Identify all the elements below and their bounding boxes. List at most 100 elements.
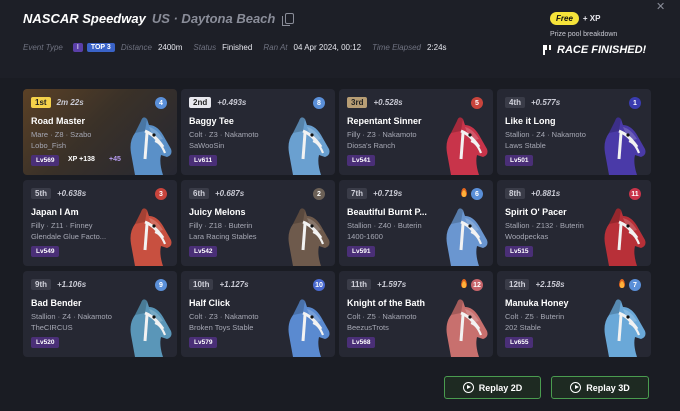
position-badge: 12th — [505, 279, 530, 290]
free-badge: Free — [550, 12, 579, 25]
position-badge: 4th — [505, 97, 525, 108]
gate-number-badge: 10 — [313, 279, 325, 291]
distance-value: 2400m — [157, 43, 183, 52]
race-location: US · Daytona Beach — [151, 11, 276, 26]
horse-info: Filly · Z3 · Nakamoto — [347, 130, 417, 139]
position-line: 6th +0.687s — [189, 188, 244, 199]
result-card[interactable]: 11th +1.597s 12 Knight of the Bath Colt … — [339, 271, 493, 357]
horse-owner[interactable]: 202 Stable — [505, 323, 541, 332]
horse-portrait — [595, 113, 647, 175]
horse-info: Stallion · Z4 · Nakamoto — [31, 312, 112, 321]
horse-owner[interactable]: TheCIRCUS — [31, 323, 73, 332]
position-badge: 2nd — [189, 97, 212, 108]
event-type-tag: I — [72, 43, 83, 52]
position-badge: 10th — [189, 279, 214, 290]
result-card[interactable]: 12th +2.158s 7 Manuka Honey Colt · Z5 · … — [497, 271, 651, 357]
horse-info: Colt · Z5 · Nakamoto — [347, 312, 417, 321]
position-badge: 1st — [31, 97, 51, 108]
result-card[interactable]: 8th +0.881s 11 Spirit O' Pacer Stallion … — [497, 180, 651, 266]
horse-portrait — [121, 113, 173, 175]
result-card[interactable]: 1st 2m 22s 4 Road Master Mare · Z8 · Sza… — [23, 89, 177, 175]
gate-number-badge: 6 — [471, 188, 483, 200]
finish-gap: +2.158s — [535, 280, 565, 289]
horse-name[interactable]: Japan I Am — [31, 207, 79, 217]
position-badge: 11th — [347, 279, 372, 290]
horse-owner[interactable]: 1400-1600 — [347, 232, 383, 241]
level-badge: Lv591 — [347, 246, 376, 257]
position-line: 7th +0.719s — [347, 188, 402, 199]
play-icon — [570, 382, 582, 393]
horse-owner[interactable]: SaWooSin — [189, 141, 224, 150]
horse-info: Filly · Z11 · Finney — [31, 221, 93, 230]
result-card[interactable]: 9th +1.106s 9 Bad Bender Stallion · Z4 ·… — [23, 271, 177, 357]
level-badge: Lv549 — [31, 246, 60, 257]
horse-owner[interactable]: Lobo_Fish — [31, 141, 66, 150]
xp-label: + XP — [582, 14, 601, 23]
result-card[interactable]: 3rd +0.528s 5 Repentant Sinner Filly · Z… — [339, 89, 493, 175]
result-card[interactable]: 4th +0.577s 1 Like it Long Stallion · Z4… — [497, 89, 651, 175]
horse-owner[interactable]: Glendale Glue Facto... — [31, 232, 106, 241]
gate-number-badge: 12 — [471, 279, 483, 291]
checkered-flag-icon — [543, 45, 552, 55]
horse-name[interactable]: Manuka Honey — [505, 298, 569, 308]
position-line: 11th +1.597s — [347, 279, 406, 290]
horse-head-icon — [604, 117, 646, 175]
horse-head-icon — [446, 117, 488, 175]
gate-number-badge: 4 — [155, 97, 167, 109]
prize-badge: Free + XP — [550, 12, 600, 25]
horse-info: Filly · Z18 · Buterin — [189, 221, 253, 230]
horse-name[interactable]: Like it Long — [505, 116, 556, 126]
race-title-row: NASCAR Speedway US · Daytona Beach — [23, 11, 295, 26]
result-card[interactable]: 10th +1.127s 10 Half Click Colt · Z3 · N… — [181, 271, 335, 357]
result-card[interactable]: 2nd +0.493s 8 Baggy Tee Colt · Z3 · Naka… — [181, 89, 335, 175]
copy-icon[interactable] — [282, 13, 295, 26]
horse-info: Stallion · Z4 · Nakamoto — [505, 130, 586, 139]
horse-portrait — [437, 204, 489, 266]
result-card[interactable]: 7th +0.719s 6 Beautiful Burnt P... Stall… — [339, 180, 493, 266]
horse-name[interactable]: Baggy Tee — [189, 116, 234, 126]
status-value: Finished — [222, 43, 253, 52]
horse-portrait — [279, 295, 331, 357]
result-card[interactable]: 5th +0.638s 3 Japan I Am Filly · Z11 · F… — [23, 180, 177, 266]
level-badge: Lv611 — [189, 155, 218, 166]
ran-at-label: Ran At — [263, 43, 288, 52]
gate-number-badge: 9 — [155, 279, 167, 291]
horse-name[interactable]: Knight of the Bath — [347, 298, 425, 308]
horse-portrait — [121, 295, 173, 357]
level-badge: Lv655 — [505, 337, 534, 348]
horse-portrait — [279, 204, 331, 266]
gate-number-badge: 2 — [313, 188, 325, 200]
horse-owner[interactable]: Woodpeckas — [505, 232, 548, 241]
horse-head-icon — [130, 299, 172, 357]
horse-name[interactable]: Juicy Melons — [189, 207, 246, 217]
close-icon[interactable]: ✕ — [656, 0, 665, 13]
horse-name[interactable]: Road Master — [31, 116, 85, 126]
horse-owner[interactable]: Lara Racing Stables — [189, 232, 257, 241]
finish-gap: +0.881s — [531, 189, 561, 198]
horse-owner[interactable]: Diosa's Ranch — [347, 141, 395, 150]
horse-info: Colt · Z3 · Nakamoto — [189, 130, 259, 139]
finish-gap: +0.528s — [373, 98, 403, 107]
horse-name[interactable]: Beautiful Burnt P... — [347, 207, 427, 217]
replay-3d-button[interactable]: Replay 3D — [551, 376, 649, 399]
horse-info: Colt · Z3 · Nakamoto — [189, 312, 259, 321]
horse-name[interactable]: Bad Bender — [31, 298, 82, 308]
horse-name[interactable]: Repentant Sinner — [347, 116, 422, 126]
horse-name[interactable]: Spirit O' Pacer — [505, 207, 567, 217]
gate-number-badge: 11 — [629, 188, 641, 200]
result-card[interactable]: 6th +0.687s 2 Juicy Melons Filly · Z18 ·… — [181, 180, 335, 266]
race-finished-text: RACE FINISHED! — [557, 44, 647, 56]
position-badge: 3rd — [347, 97, 368, 108]
horse-name[interactable]: Half Click — [189, 298, 230, 308]
race-finished-banner: RACE FINISHED! — [543, 44, 646, 56]
time-elapsed-label: Time Elapsed — [372, 43, 421, 52]
replay-2d-button[interactable]: Replay 2D — [444, 376, 541, 399]
position-line: 12th +2.158s — [505, 279, 565, 290]
horse-owner[interactable]: Laws Stable — [505, 141, 546, 150]
horse-portrait — [121, 204, 173, 266]
finish-gap: +0.719s — [373, 189, 403, 198]
race-header: NASCAR Speedway US · Daytona Beach Free … — [0, 0, 680, 78]
prize-pool-breakdown-link[interactable]: Prize pool breakdown — [550, 31, 617, 38]
horse-owner[interactable]: BeezusTrots — [347, 323, 389, 332]
horse-owner[interactable]: Broken Toys Stable — [189, 323, 253, 332]
